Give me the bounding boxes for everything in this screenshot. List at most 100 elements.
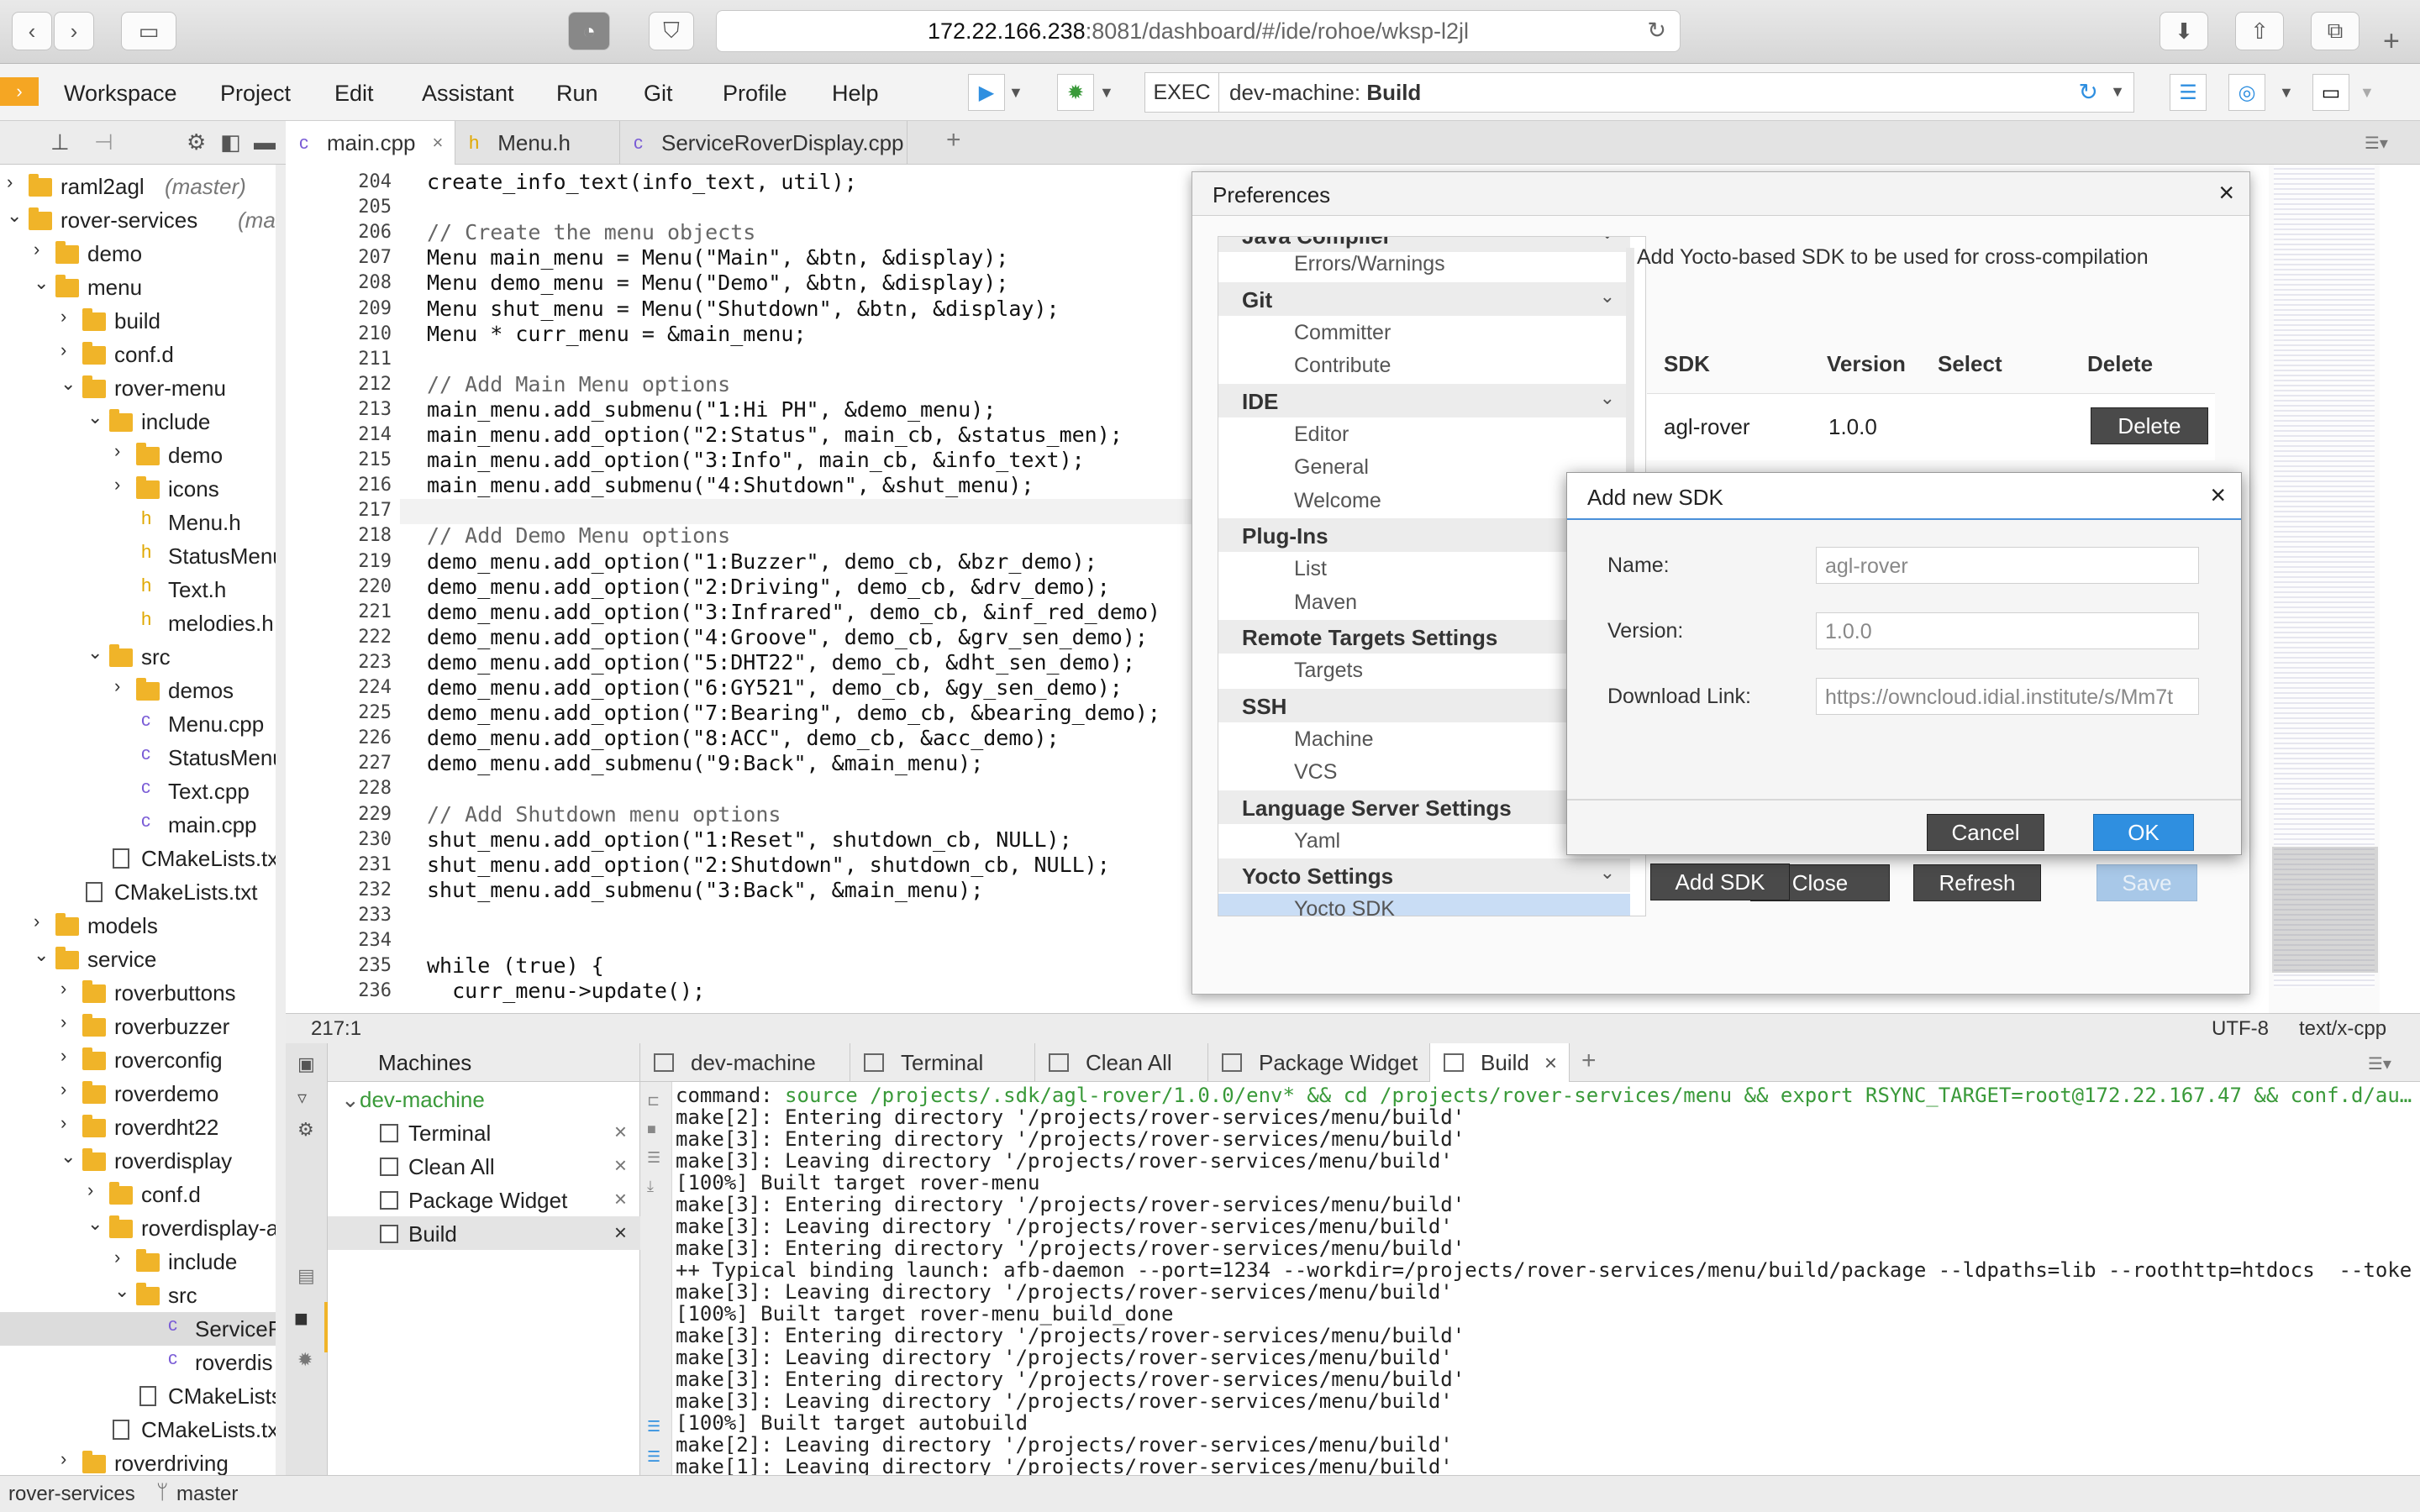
chevron-down-icon[interactable]: ⌄ — [60, 373, 76, 395]
tree-item[interactable]: c Menu.cpp — [0, 707, 276, 741]
link-editor-icon[interactable]: ⊣ — [94, 129, 113, 155]
output-menu-icon[interactable]: ☰▾ — [2368, 1053, 2391, 1074]
nav-item[interactable]: Errors/Warnings — [1218, 249, 1630, 279]
collapse-icon[interactable]: ⊥ — [50, 129, 70, 155]
cancel-button[interactable]: Cancel — [1927, 814, 2044, 851]
tree-item[interactable]: › build — [0, 304, 276, 338]
tree-item[interactable]: h Text.h — [0, 573, 276, 606]
chevron-right-icon[interactable]: › — [60, 339, 66, 361]
chevron-down-icon[interactable]: ⌄ — [87, 1213, 103, 1235]
tree-item[interactable]: › conf.d — [0, 338, 276, 371]
tree-item[interactable]: › raml2agl (master) — [0, 170, 276, 203]
tree-item[interactable]: › roverdriving — [0, 1446, 276, 1475]
restore-icon[interactable]: ◧ — [220, 129, 241, 155]
tab-build[interactable]: Build × — [1430, 1043, 1570, 1082]
tree-item[interactable]: › demos — [0, 674, 276, 707]
tree-item[interactable]: › models — [0, 909, 276, 942]
chevron-right-icon[interactable]: › — [7, 171, 13, 193]
chevron-down-icon[interactable]: ⌄ — [114, 1280, 129, 1302]
chevron-right-icon[interactable]: › — [60, 1045, 66, 1067]
tree-item[interactable]: c StatusMenu — [0, 741, 276, 774]
tree-item[interactable]: h Menu.h — [0, 506, 276, 539]
address-bar[interactable]: 172.22.166.238:8081/dashboard/#/ide/roho… — [716, 10, 1681, 52]
display-button[interactable]: ▭ — [2312, 74, 2349, 111]
download-log-icon[interactable]: ⤓ — [647, 1178, 654, 1195]
che-logo-icon[interactable]: › — [0, 77, 39, 106]
ok-button[interactable]: OK — [2093, 814, 2194, 851]
close-icon[interactable]: × — [2210, 480, 2226, 511]
forward-button[interactable]: › — [54, 12, 94, 50]
tree-item[interactable]: CMakeLists.txt — [0, 842, 276, 875]
chevron-right-icon[interactable]: › — [60, 306, 66, 328]
download-link-field[interactable]: https://owncloud.idial.institute/s/Mm7t — [1816, 678, 2199, 715]
close-icon[interactable]: × — [614, 1220, 627, 1246]
tree-item[interactable]: › roverconfig — [0, 1043, 276, 1077]
chevron-right-icon[interactable]: › — [34, 239, 39, 260]
name-field[interactable]: agl-rover — [1816, 547, 2199, 584]
tree-item[interactable]: c main.cpp — [0, 808, 276, 842]
menu-assistant[interactable]: Assistant — [422, 81, 514, 107]
refresh-button[interactable]: Refresh — [1913, 864, 2041, 901]
delete-button[interactable]: Delete — [2091, 407, 2208, 444]
close-icon[interactable]: × — [2218, 177, 2234, 208]
add-sdk-button[interactable]: Add SDK — [1650, 864, 1790, 900]
new-editor-tab-icon[interactable]: + — [946, 126, 961, 155]
panel-list-button[interactable]: ☰ — [2170, 74, 2207, 111]
tree-item[interactable]: ⌄ rover-menu — [0, 371, 276, 405]
tree-item[interactable]: ⌄ src — [0, 640, 276, 674]
chevron-right-icon[interactable]: › — [60, 1448, 66, 1470]
comment-icon[interactable]: ▤ — [297, 1265, 315, 1287]
back-button[interactable]: ‹ — [12, 12, 52, 50]
tree-item[interactable]: ⌄ roverdisplay-a — [0, 1211, 276, 1245]
chevron-right-icon[interactable]: › — [60, 978, 66, 1000]
chevron-right-icon[interactable]: › — [87, 1179, 93, 1201]
tree-item[interactable]: › roverdemo — [0, 1077, 276, 1110]
nav-group[interactable]: IDE ⌄ — [1218, 383, 1630, 417]
collapse-panel-icon[interactable]: ▿ — [297, 1087, 307, 1109]
terminal-panel-icon[interactable]: ■ — [294, 1305, 308, 1332]
close-icon[interactable]: × — [614, 1186, 627, 1212]
chevron-down-icon[interactable]: ⌄ — [87, 407, 103, 428]
tree-item[interactable]: ⌄ rover-services (master) — [0, 203, 276, 237]
tree-item[interactable]: c roverdis — [0, 1346, 276, 1379]
chevron-right-icon[interactable]: › — [60, 1112, 66, 1134]
process-clean-all[interactable]: Clean All × — [328, 1149, 640, 1183]
privacy-button[interactable]: ⛉ — [649, 12, 694, 50]
tree-item[interactable]: c ServiceR — [0, 1312, 276, 1346]
settings-gear-icon[interactable]: ⚙ — [297, 1119, 314, 1141]
tree-item[interactable]: › icons — [0, 472, 276, 506]
build-output-console[interactable]: command: source /projects/.sdk/agl-rover… — [672, 1082, 2420, 1475]
share-button[interactable]: ⇧ — [2235, 12, 2284, 50]
tree-item[interactable]: h StatusMenu — [0, 539, 276, 573]
exec-dropdown-icon[interactable]: ▼ — [2110, 83, 2125, 101]
tree-item[interactable]: ⌄ menu — [0, 270, 276, 304]
tree-item[interactable]: › roverbuzzer — [0, 1010, 276, 1043]
tree-item[interactable]: CMakeLists — [0, 1379, 276, 1413]
tree-scrollbar[interactable] — [276, 165, 286, 1475]
tree-item[interactable]: › roverdht22 — [0, 1110, 276, 1144]
chevron-down-icon[interactable]: ⌄ — [7, 205, 22, 227]
chevron-right-icon[interactable]: › — [114, 675, 120, 697]
close-icon[interactable]: × — [433, 132, 444, 154]
chevron-down-icon[interactable]: ⌄ — [60, 1146, 76, 1168]
exec-command-selector[interactable]: EXEC dev-machine: Build ↻ ▼ — [1144, 72, 2134, 113]
chevron-right-icon[interactable]: › — [34, 911, 39, 932]
minimap[interactable] — [2269, 165, 2380, 1013]
sidebar-toggle-button[interactable]: ▭ — [121, 12, 176, 50]
tab-package-widget[interactable]: Package Widget — [1208, 1043, 1430, 1082]
reload-icon[interactable]: ↻ — [1647, 18, 1666, 44]
gear-icon[interactable]: ⚙ — [187, 129, 206, 155]
tree-item[interactable]: ⌄ roverdisplay — [0, 1144, 276, 1178]
bug-panel-icon[interactable]: ✹ — [297, 1349, 313, 1371]
menu-help[interactable]: Help — [832, 81, 879, 107]
chevron-right-icon[interactable]: › — [114, 1247, 120, 1268]
tab-service-rover-display[interactable]: c ServiceRoverDisplay.cpp — [620, 121, 908, 165]
chevron-down-icon[interactable]: ⌄ — [34, 944, 49, 966]
menu-run[interactable]: Run — [556, 81, 598, 107]
menu-profile[interactable]: Profile — [723, 81, 787, 107]
nav-item[interactable]: Yocto SDK — [1218, 894, 1630, 916]
run-dropdown-icon[interactable]: ▼ — [1008, 84, 1023, 102]
chevron-right-icon[interactable]: › — [114, 474, 120, 496]
tree-item[interactable]: CMakeLists.txt — [0, 875, 276, 909]
close-icon[interactable]: × — [1544, 1050, 1557, 1076]
